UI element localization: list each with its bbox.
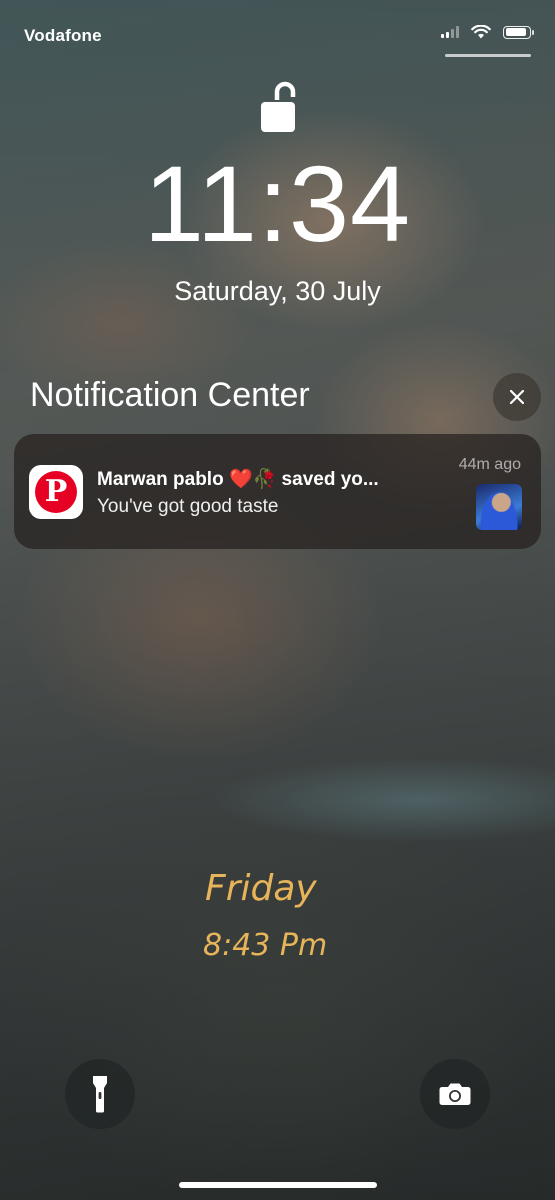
notification-body: You've got good taste — [97, 496, 279, 517]
control-center-indicator[interactable] — [445, 54, 531, 57]
camera-button[interactable] — [420, 1059, 490, 1129]
signal-icon — [441, 26, 459, 38]
notification-time: 44m ago — [458, 456, 521, 473]
status-icons — [441, 25, 534, 39]
wifi-icon — [471, 25, 491, 39]
notification-center-title: Notification Center — [30, 376, 310, 414]
notification-card[interactable]: P Marwan pablo ❤️🥀 saved yo... You've go… — [14, 434, 541, 549]
clear-notifications-button[interactable] — [493, 373, 541, 421]
close-icon — [509, 389, 525, 405]
unlocked-padlock-icon — [261, 81, 296, 132]
profile-thumbnail — [476, 484, 522, 530]
lock-screen-time: 11:34 — [143, 143, 412, 264]
pinterest-icon: P — [29, 465, 83, 519]
battery-icon — [503, 25, 534, 39]
flashlight-icon — [93, 1076, 107, 1113]
home-indicator[interactable] — [178, 1182, 377, 1188]
lock-screen-date: Saturday, 30 July — [174, 276, 381, 306]
flashlight-button[interactable] — [65, 1059, 135, 1129]
camera-icon — [439, 1083, 471, 1105]
pinterest-logo: P — [35, 471, 77, 513]
wallpaper-time-text: 8:43 Pm — [203, 928, 328, 963]
wallpaper-day-text: Friday — [205, 868, 317, 909]
notification-title: Marwan pablo ❤️🥀 saved yo... — [97, 469, 379, 490]
carrier-name: Vodafone — [24, 26, 102, 45]
